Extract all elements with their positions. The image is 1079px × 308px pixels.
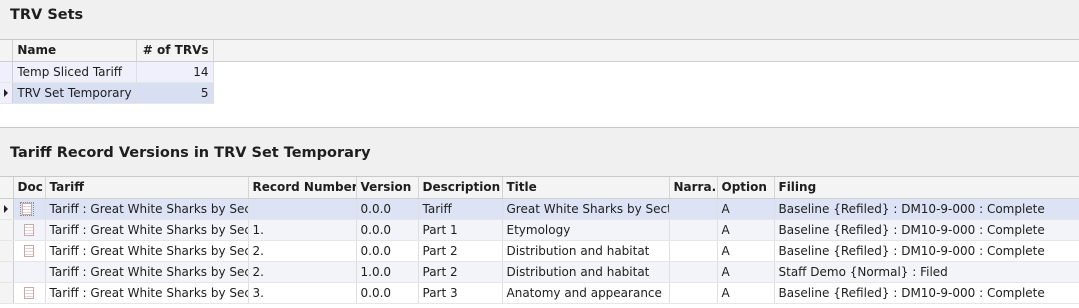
column-header-title[interactable]: Title [502,177,670,199]
record-row[interactable]: Tariff : Great White Sharks by Section 1… [0,219,1079,241]
row-selector[interactable] [0,219,14,241]
tariff-cell[interactable]: Tariff : Great White Sharks by Section [45,198,249,220]
column-header-description[interactable]: Description [418,177,503,199]
tariff-record-versions-grid: Doc Tariff Record Number Version Descrip… [0,177,1079,304]
trv-sets-heading: TRV Sets [0,0,1079,40]
record-number-cell[interactable]: 1. [248,219,357,241]
trv-set-row-selected[interactable]: TRV Set Temporary 5 [0,82,1079,104]
narrative-cell[interactable] [669,240,718,262]
column-header-filing[interactable]: Filing [774,177,1079,199]
row-selector-current[interactable] [0,198,14,220]
version-cell[interactable]: 0.0.0 [356,282,419,304]
record-row[interactable]: Tariff : Great White Sharks by Section 2… [0,261,1079,283]
description-cell[interactable]: Tariff [418,198,503,220]
title-cell[interactable]: Anatomy and appearance [502,282,670,304]
description-cell[interactable]: Part 1 [418,219,503,241]
option-cell[interactable]: A [717,219,775,241]
row-selector[interactable] [0,282,14,304]
tariff-cell[interactable]: Tariff : Great White Sharks by Section [45,240,249,262]
row-selector[interactable] [0,240,14,262]
narrative-cell[interactable] [669,261,718,283]
narrative-cell[interactable] [669,219,718,241]
tariff-cell[interactable]: Tariff : Great White Sharks by Section [45,282,249,304]
option-cell[interactable]: A [717,198,775,220]
record-number-cell[interactable]: 2. [248,261,357,283]
narrative-cell[interactable] [669,198,718,220]
tariff-cell[interactable]: Tariff : Great White Sharks by Section [45,219,249,241]
row-header-corner [0,177,14,199]
filing-cell[interactable]: Baseline {Refiled} : DM10-9-000 : Comple… [774,282,1079,304]
description-cell[interactable]: Part 2 [418,240,503,262]
record-number-cell[interactable]: 2. [248,240,357,262]
trv-sets-grid: Name # of TRVs Temp Sliced Tariff 14 TRV… [0,40,1079,104]
column-header-name[interactable]: Name [12,40,137,62]
header-filler [213,40,1079,62]
version-cell[interactable]: 0.0.0 [356,240,419,262]
column-header-version[interactable]: Version [356,177,419,199]
row-filler [213,61,1079,82]
doc-cell[interactable] [13,198,46,220]
document-icon[interactable] [23,287,34,299]
title-cell[interactable]: Distribution and habitat [502,240,670,262]
doc-cell[interactable] [13,240,46,262]
doc-cell[interactable] [13,282,46,304]
title-cell[interactable]: Distribution and habitat [502,261,670,283]
trv-set-row[interactable]: Temp Sliced Tariff 14 [0,61,1079,83]
description-cell[interactable]: Part 2 [418,261,503,283]
column-header-narrative[interactable]: Narra... [669,177,718,199]
doc-cell[interactable] [13,261,46,283]
record-row[interactable]: Tariff : Great White Sharks by Section 3… [0,282,1079,304]
filing-cell[interactable]: Staff Demo {Normal} : Filed [774,261,1079,283]
record-number-cell[interactable] [248,198,357,220]
option-cell[interactable]: A [717,282,775,304]
document-icon[interactable] [23,245,34,257]
narrative-cell[interactable] [669,282,718,304]
tariff-cell[interactable]: Tariff : Great White Sharks by Section [45,261,249,283]
row-filler [213,82,1079,103]
row-selector[interactable] [0,61,14,83]
filing-cell[interactable]: Baseline {Refiled} : DM10-9-000 : Comple… [774,219,1079,241]
trv-set-count[interactable]: 5 [136,82,214,104]
trv-set-name[interactable]: Temp Sliced Tariff [12,61,137,83]
trv-set-count[interactable]: 14 [136,61,214,83]
document-icon-focused[interactable] [19,202,34,216]
record-row-selected[interactable]: Tariff : Great White Sharks by Section 0… [0,198,1079,220]
tariff-record-versions-heading: Tariff Record Versions in TRV Set Tempor… [0,127,1079,177]
row-selector-current[interactable] [0,82,14,104]
trv-set-name[interactable]: TRV Set Temporary [12,82,137,104]
version-cell[interactable]: 0.0.0 [356,198,419,220]
column-header-option[interactable]: Option [717,177,775,199]
description-cell[interactable]: Part 3 [418,282,503,304]
title-cell[interactable]: Etymology [502,219,670,241]
version-cell[interactable]: 0.0.0 [356,219,419,241]
record-row[interactable]: Tariff : Great White Sharks by Section 2… [0,240,1079,262]
column-header-record-number[interactable]: Record Number [248,177,357,199]
title-cell[interactable]: Great White Sharks by Section [502,198,670,220]
option-cell[interactable]: A [717,240,775,262]
doc-cell[interactable] [13,219,46,241]
row-selector[interactable] [0,261,14,283]
record-number-cell[interactable]: 3. [248,282,357,304]
option-cell[interactable]: A [717,261,775,283]
column-header-trv-count[interactable]: # of TRVs [136,40,214,62]
filing-cell[interactable]: Baseline {Refiled} : DM10-9-000 : Comple… [774,198,1079,220]
row-header-corner [0,40,14,62]
document-icon[interactable] [23,224,34,236]
current-row-arrow-icon [4,205,9,213]
current-row-arrow-icon [4,89,9,97]
column-header-doc[interactable]: Doc [13,177,46,199]
column-header-tariff[interactable]: Tariff [45,177,249,199]
filing-cell[interactable]: Baseline {Refiled} : DM10-9-000 : Comple… [774,240,1079,262]
version-cell[interactable]: 1.0.0 [356,261,419,283]
